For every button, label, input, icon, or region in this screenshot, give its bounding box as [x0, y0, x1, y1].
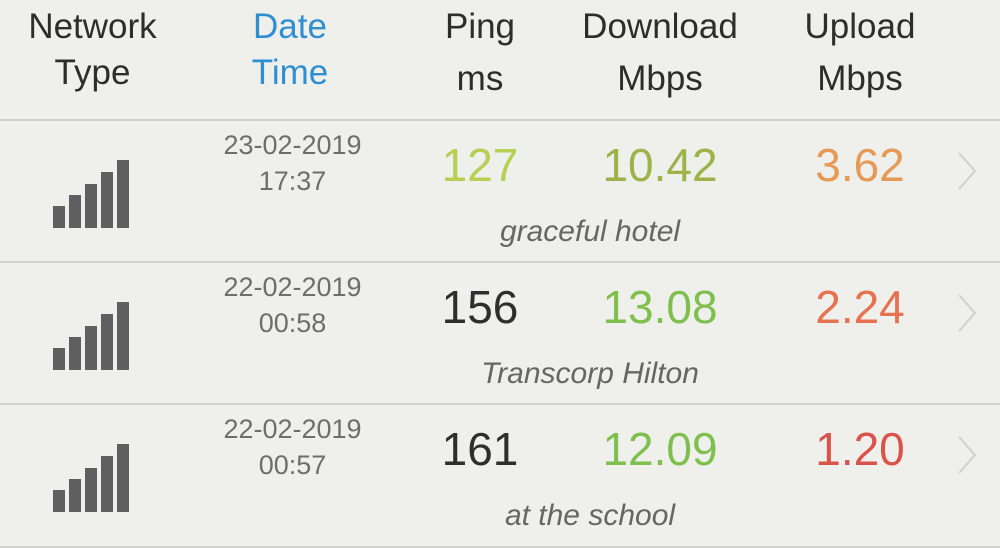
result-time: 00:57 [258, 450, 327, 480]
result-row[interactable]: 23-02-2019 17:37 127 10.42 3.62 graceful… [0, 121, 1000, 263]
header-download-line1: Download [582, 7, 738, 46]
header-date-time-line2: Time [251, 53, 329, 92]
results-header: Network Type Date Time Ping ms Download … [0, 0, 1000, 121]
signal-bars-icon [53, 442, 133, 512]
header-upload-line2: Mbps [817, 59, 903, 98]
chevron-right-icon[interactable] [956, 435, 978, 475]
header-ping-line1: Ping [444, 7, 516, 46]
result-download: 10.42 [602, 139, 718, 191]
result-download: 12.09 [602, 423, 718, 475]
result-date: 22-02-2019 [223, 272, 362, 302]
header-network-type[interactable]: Network Type [10, 4, 175, 96]
header-ping-line2: ms [456, 59, 504, 98]
result-row[interactable]: 22-02-2019 00:57 161 12.09 1.20 at the s… [0, 405, 1000, 548]
header-ping[interactable]: Ping ms [420, 4, 540, 102]
header-upload-line1: Upload [804, 7, 916, 46]
chevron-right-icon[interactable] [956, 151, 978, 191]
signal-bars-icon [53, 158, 133, 228]
header-date-time-line1: Date [253, 7, 327, 46]
header-download[interactable]: Download Mbps [560, 4, 760, 102]
result-upload: 3.62 [815, 139, 905, 191]
result-download: 13.08 [602, 281, 718, 333]
result-location: Transcorp Hilton [481, 357, 699, 390]
header-network-type-line2: Type [54, 53, 131, 92]
result-ping: 161 [441, 423, 519, 475]
result-location: at the school [504, 499, 676, 532]
result-time: 17:37 [258, 166, 327, 196]
result-datetime: 22-02-2019 00:57 [200, 411, 385, 483]
result-datetime: 22-02-2019 00:58 [200, 269, 385, 341]
result-time: 00:58 [258, 308, 327, 338]
chevron-right-icon[interactable] [956, 293, 978, 333]
result-row[interactable]: 22-02-2019 00:58 156 13.08 2.24 Transcor… [0, 263, 1000, 405]
header-date-time[interactable]: Date Time [215, 4, 365, 96]
header-download-line2: Mbps [617, 59, 703, 98]
result-upload: 1.20 [815, 423, 905, 475]
result-datetime: 23-02-2019 17:37 [200, 127, 385, 199]
result-upload: 2.24 [815, 281, 905, 333]
result-location: graceful hotel [499, 215, 681, 248]
result-ping: 127 [441, 139, 519, 191]
result-ping: 156 [441, 281, 519, 333]
result-date: 23-02-2019 [223, 130, 362, 160]
signal-bars-icon [53, 300, 133, 370]
result-date: 22-02-2019 [223, 414, 362, 444]
header-upload[interactable]: Upload Mbps [785, 4, 935, 102]
header-network-type-line1: Network [28, 7, 157, 46]
